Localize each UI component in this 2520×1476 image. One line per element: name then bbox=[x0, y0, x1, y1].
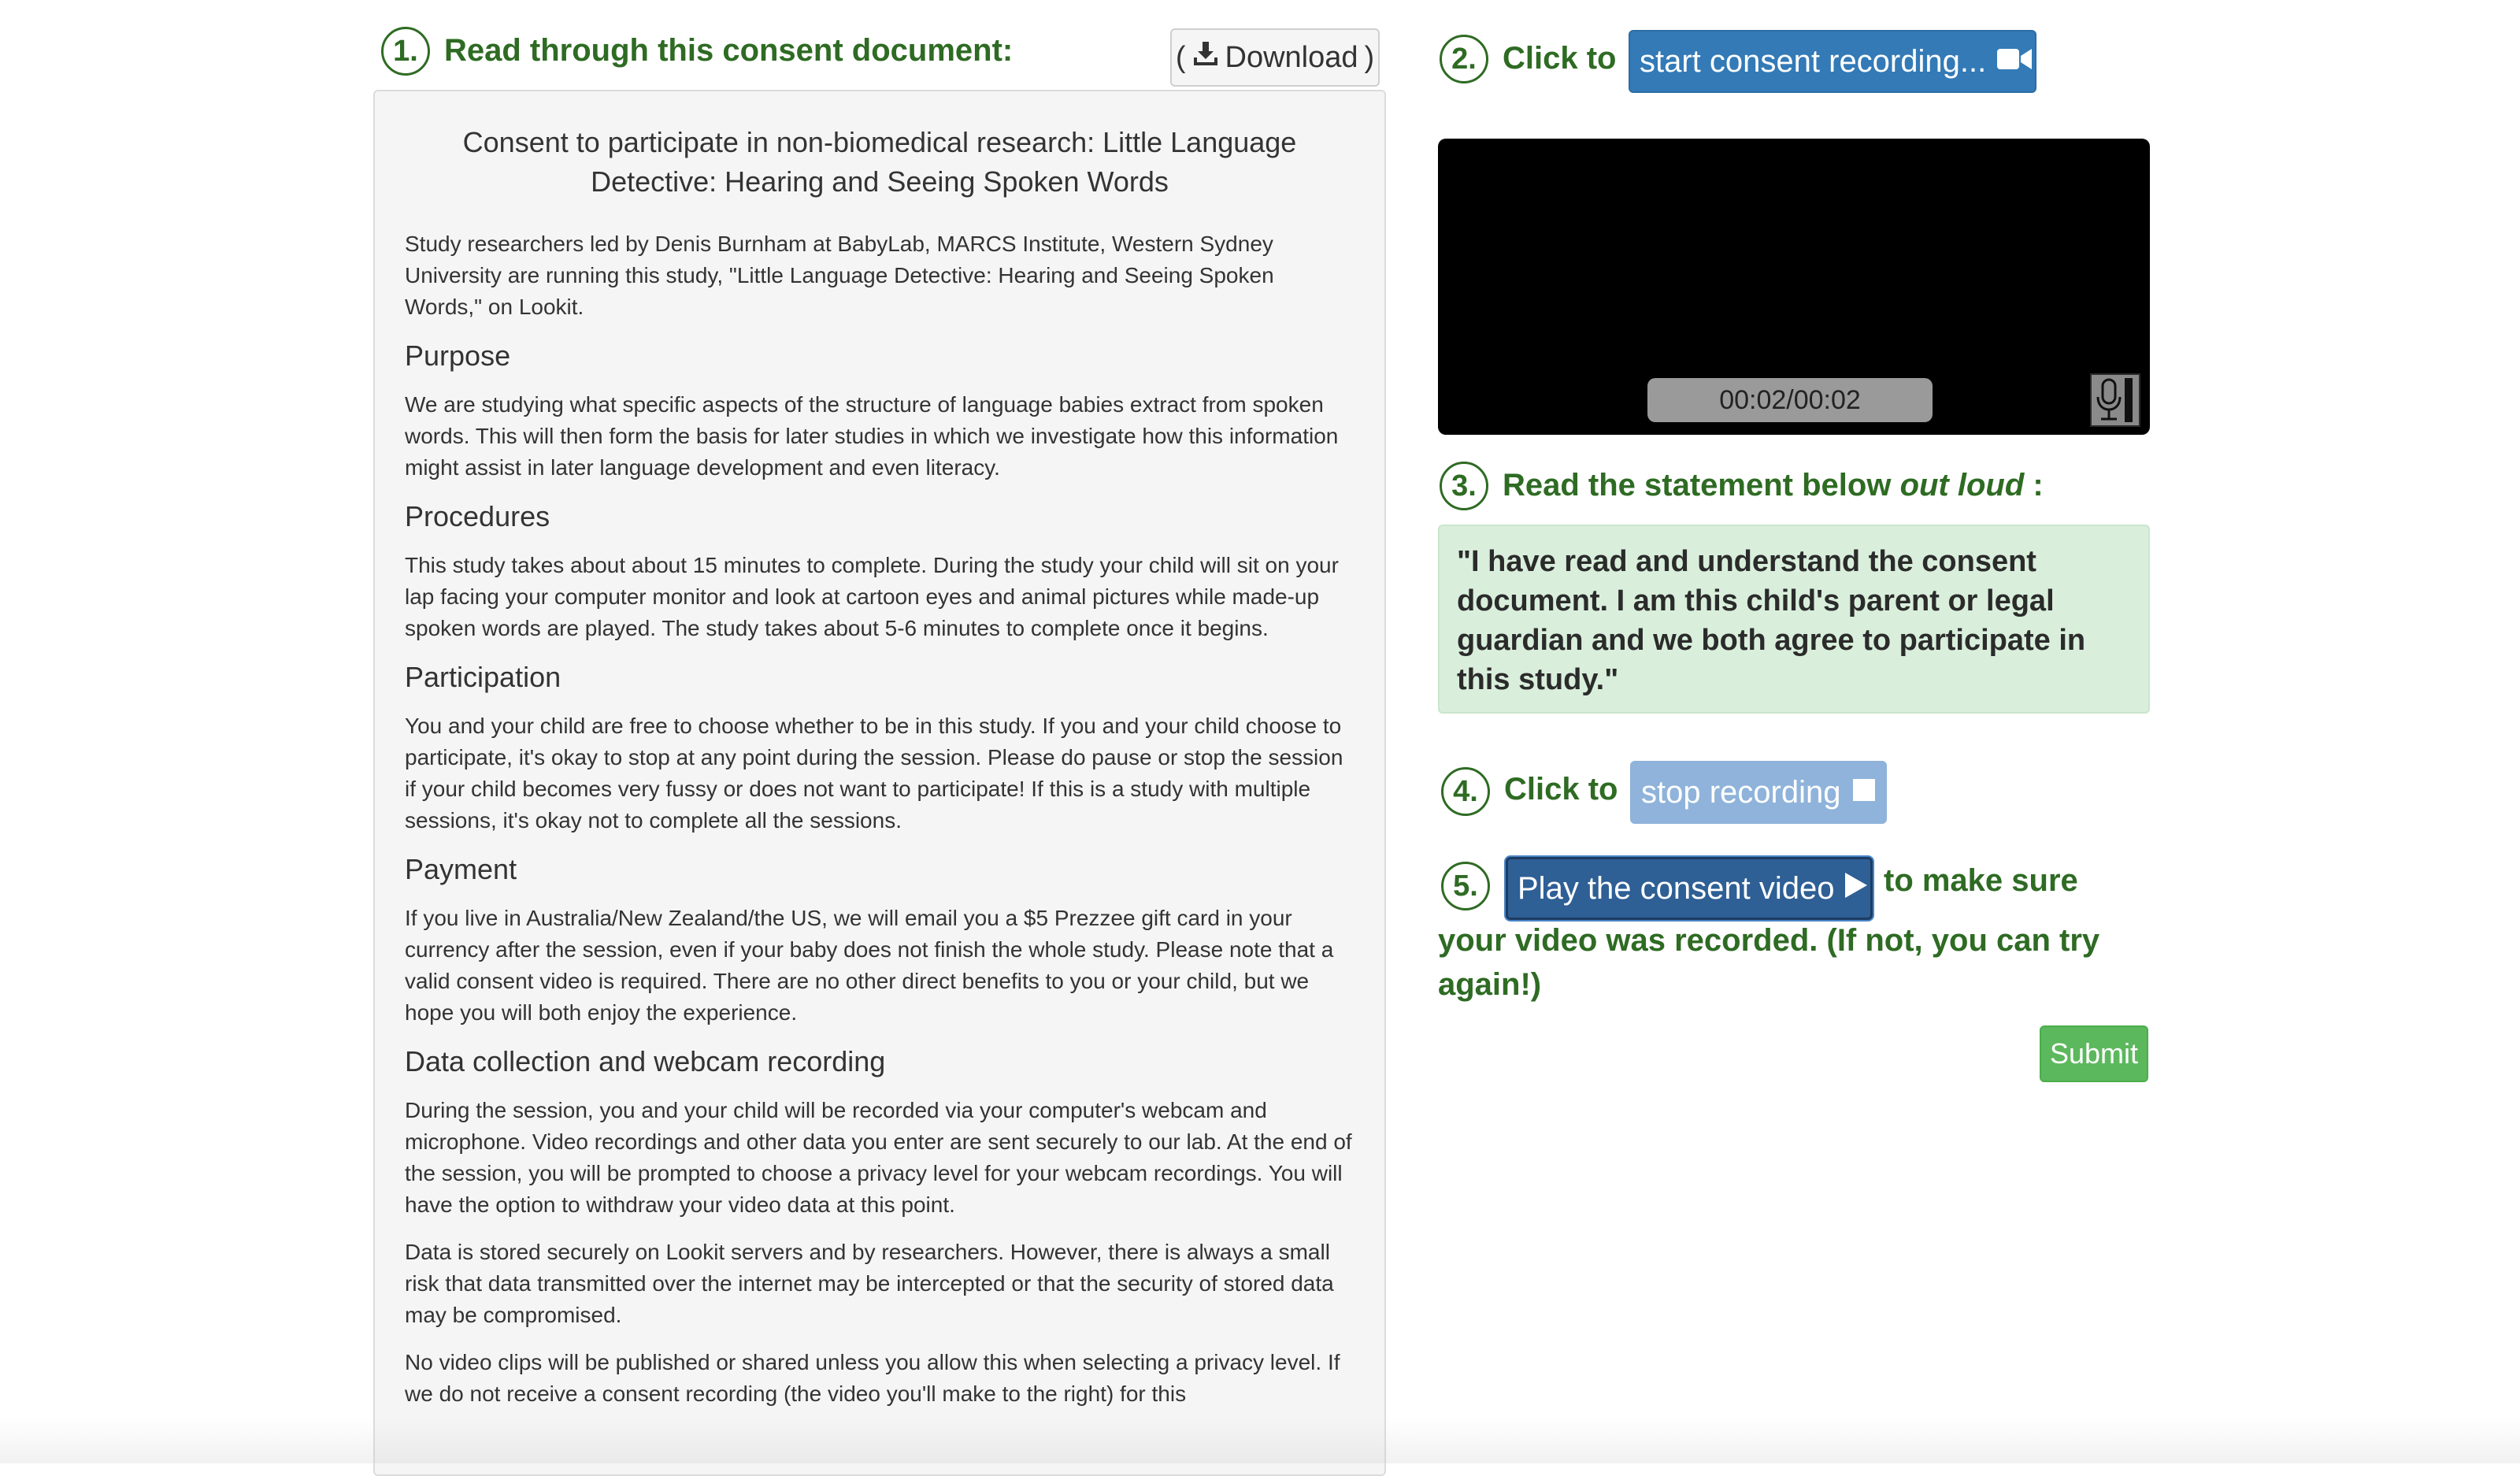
start-recording-button[interactable]: start consent recording... bbox=[1629, 30, 2036, 93]
video-camera-icon bbox=[1997, 44, 2033, 80]
step-1-heading: Read through this consent document: bbox=[444, 33, 1014, 68]
step-5-text: to make sure bbox=[1884, 863, 2078, 898]
section-heading-participation: Participation bbox=[405, 661, 561, 693]
step-1-number: 1. bbox=[381, 27, 430, 76]
microphone-icon bbox=[2090, 373, 2140, 427]
step-3-text: Read the statement below bbox=[1503, 468, 1900, 503]
document-intro: Study researchers led by Denis Burnham a… bbox=[405, 232, 1274, 319]
play-consent-video-button[interactable]: Play the consent video bbox=[1506, 857, 1873, 920]
section-paragraph: No video clips will be published or shar… bbox=[405, 1350, 1340, 1406]
section-paragraph: During the session, you and your child w… bbox=[405, 1098, 1352, 1217]
section-paragraph: We are studying what specific aspects of… bbox=[405, 392, 1339, 480]
consent-statement: "I have read and understand the consent … bbox=[1438, 525, 2150, 714]
download-close-paren: ) bbox=[1364, 40, 1375, 74]
document-title: Consent to participate in non-biomedical… bbox=[462, 126, 1297, 198]
section-paragraph: You and your child are free to choose wh… bbox=[405, 714, 1343, 833]
step-2-text: Click to bbox=[1503, 41, 1617, 76]
recording-timer: 00:02/00:02 bbox=[1647, 378, 1933, 422]
section-heading-data-collection: Data collection and webcam recording bbox=[405, 1045, 886, 1077]
consent-document[interactable]: Consent to participate in non-biomedical… bbox=[373, 90, 1386, 1476]
step-5-number: 5. bbox=[1441, 862, 1490, 910]
section-heading-purpose: Purpose bbox=[405, 339, 511, 372]
step-4-text: Click to bbox=[1504, 772, 1618, 807]
download-button[interactable]: ( Download ) bbox=[1170, 28, 1380, 87]
stop-recording-label: stop recording bbox=[1641, 774, 1841, 810]
step-3-heading: Read the statement below out loud : bbox=[1503, 468, 2044, 503]
step-4-number: 4. bbox=[1441, 767, 1490, 816]
step-3-number: 3. bbox=[1440, 462, 1488, 510]
section-heading-procedures: Procedures bbox=[405, 500, 550, 532]
start-recording-label: start consent recording... bbox=[1640, 43, 1987, 79]
play-consent-video-label: Play the consent video bbox=[1518, 870, 1835, 906]
step-5-continuation: your video was recorded. (If not, you ca… bbox=[1438, 923, 2100, 1002]
section-heading-payment: Payment bbox=[405, 853, 517, 885]
submit-button[interactable]: Submit bbox=[2040, 1025, 2148, 1082]
download-open-paren: ( bbox=[1175, 40, 1186, 74]
step-3-emphasis: out loud bbox=[1899, 468, 2025, 503]
download-icon bbox=[1192, 40, 1219, 75]
stop-square-icon bbox=[1851, 775, 1877, 810]
stop-recording-button[interactable]: stop recording bbox=[1630, 761, 1887, 824]
step-3-colon: : bbox=[2024, 468, 2044, 503]
play-icon bbox=[1844, 871, 1869, 907]
step-2-number: 2. bbox=[1440, 35, 1488, 83]
section-paragraph: Data is stored securely on Lookit server… bbox=[405, 1240, 1334, 1327]
download-label: Download bbox=[1225, 40, 1358, 74]
section-paragraph: If you live in Australia/New Zealand/the… bbox=[405, 906, 1334, 1025]
section-paragraph: This study takes about about 15 minutes … bbox=[405, 553, 1339, 640]
